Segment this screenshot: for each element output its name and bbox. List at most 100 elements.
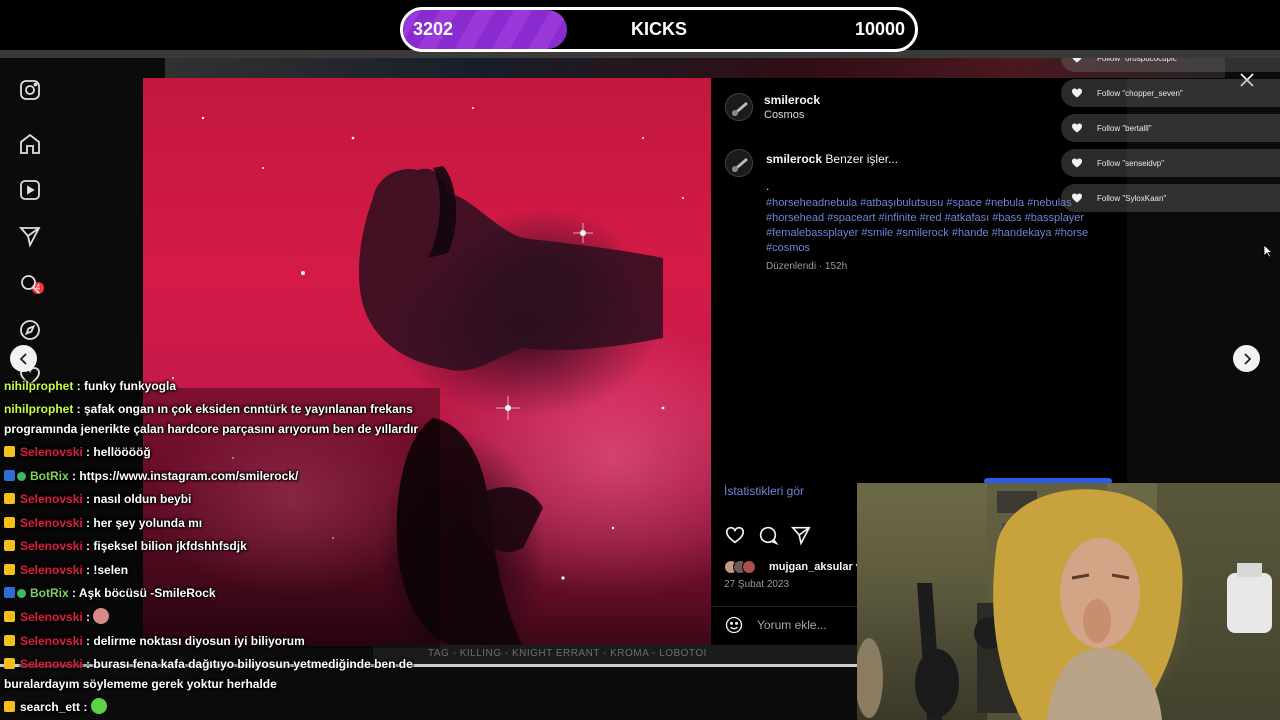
heart-icon <box>1071 87 1083 99</box>
crown-badge-icon <box>4 540 15 551</box>
instagram-logo-icon[interactable] <box>18 78 42 102</box>
crown-badge-icon <box>4 517 15 528</box>
kicks-goal-bar: 3202 KICKS 10000 <box>400 7 918 52</box>
post-actions <box>724 524 844 548</box>
search-icon[interactable] <box>18 272 42 296</box>
chat-username[interactable]: Selenovski <box>20 492 83 506</box>
chat-username[interactable]: BotRix <box>30 586 69 600</box>
chat-text: burası fena kafa dağıtıyo biliyosun yetm… <box>93 657 413 671</box>
follow-alert-text: Follow "chopper_seven" <box>1097 88 1183 98</box>
follow-alert: Follow "SyloxKaan" <box>1061 184 1280 212</box>
comment-icon[interactable] <box>757 524 779 546</box>
share-icon[interactable] <box>790 524 812 546</box>
bot-badge-icon <box>4 470 15 481</box>
follow-alert-text: Follow "bertalll" <box>1097 123 1152 133</box>
chat-username[interactable]: Selenovski <box>20 563 83 577</box>
chat-separator: : <box>82 445 94 459</box>
follow-alert-text: Follow "senseidvp" <box>1097 158 1165 168</box>
chat-username[interactable]: BotRix <box>30 469 69 483</box>
follow-alert-text: Follow "SyloxKaan" <box>1097 193 1167 203</box>
kicks-goal-count: 10000 <box>854 19 905 39</box>
post-hashtags[interactable]: #horseheadnebula #atbaşıbulutsusu #space… <box>766 196 1106 256</box>
post-location[interactable]: Cosmos <box>764 109 804 121</box>
chat-text: delirme noktası diyosun iyi biliyorum <box>93 634 305 648</box>
chat-username[interactable]: Selenovski <box>20 610 83 624</box>
chat-separator: : <box>82 634 94 648</box>
caption-username[interactable]: smilerock <box>766 152 822 166</box>
heart-icon <box>1071 192 1083 204</box>
heart-icon <box>1071 157 1083 169</box>
chat-message: programında jenerikte çalan hardcore par… <box>4 419 434 439</box>
chat-separator: : <box>82 657 94 671</box>
view-insights-link[interactable]: İstatistikleri gör <box>724 484 804 498</box>
chat-message: Selenovski : hellööööğ <box>4 442 434 462</box>
chat-username[interactable]: search_ett <box>20 700 80 714</box>
direct-icon[interactable] <box>18 224 42 248</box>
reels-icon[interactable] <box>18 178 42 202</box>
stream-screen: 4 smilerock Cosmos smilerock Benzer işle… <box>0 0 1280 720</box>
chat-separator: : <box>82 539 94 553</box>
follow-alert: Follow "senseidvp" <box>1061 149 1280 177</box>
chat-text: funky funkyogla <box>84 379 177 393</box>
explore-icon[interactable] <box>18 318 42 342</box>
previous-post-button[interactable] <box>10 345 37 372</box>
post-date: 27 Şubat 2023 <box>724 579 790 590</box>
chat-message: nihilprophet : şafak ongan ın çok ekside… <box>4 399 434 419</box>
chat-text: nasıl oldun beybi <box>93 492 192 506</box>
chat-username[interactable]: Selenovski <box>20 657 83 671</box>
chat-message: BotRix : https://www.instagram.com/smile… <box>4 466 434 486</box>
chat-username[interactable]: nihilprophet <box>4 379 73 393</box>
crown-badge-icon <box>4 658 15 669</box>
liked-by-username[interactable]: mujgan_aksular v <box>769 561 862 573</box>
chat-username[interactable]: nihilprophet <box>4 402 73 416</box>
chat-separator: : <box>73 379 84 393</box>
chat-message: Selenovski : her şey yolunda mı <box>4 513 434 533</box>
next-post-button[interactable] <box>1233 345 1260 372</box>
chat-username[interactable]: Selenovski <box>20 539 83 553</box>
chat-username[interactable]: Selenovski <box>20 516 83 530</box>
caption-avatar[interactable] <box>725 149 753 177</box>
kicks-label: KICKS <box>630 19 687 39</box>
chat-message: Selenovski : fişeksel bilion jkfdshhfsdj… <box>4 536 434 556</box>
chat-separator: : <box>68 469 80 483</box>
crown-badge-icon <box>4 446 15 457</box>
crown-badge-icon <box>4 611 15 622</box>
chat-message: Selenovski : burası fena kafa dağıtıyo b… <box>4 654 434 674</box>
chat-separator: : <box>82 563 94 577</box>
chat-username[interactable]: Selenovski <box>20 634 83 648</box>
like-heart-icon[interactable] <box>724 524 746 546</box>
artist-banner: TAG - KILLING - KNIGHT ERRANT - KROMA - … <box>373 645 857 665</box>
author-username[interactable]: smilerock <box>764 93 820 107</box>
post-caption: smilerock Benzer işler... <box>766 152 898 166</box>
chat-message: nihilprophet : funky funkyogla <box>4 376 434 396</box>
chevron-left-icon <box>19 352 27 365</box>
emoji-icon[interactable] <box>724 615 744 635</box>
chat-username[interactable]: Selenovski <box>20 445 83 459</box>
chat-text: buralardayım söylememe gerek yoktur herh… <box>4 677 277 691</box>
chat-text: her şey yolunda mı <box>93 516 203 530</box>
mouse-cursor-icon <box>1263 244 1273 258</box>
chat-separator: : <box>73 402 84 416</box>
chat-text: programında jenerikte çalan hardcore par… <box>4 422 419 436</box>
author-avatar[interactable] <box>725 93 753 121</box>
heart-icon <box>1071 122 1083 134</box>
chat-message: BotRix : Aşk böcüsü -SmileRock <box>4 583 434 603</box>
verified-badge-icon <box>17 589 26 598</box>
crown-badge-icon <box>4 635 15 646</box>
emote-icon <box>90 698 107 714</box>
chat-text: !selen <box>93 563 129 577</box>
chat-separator: : <box>82 516 94 530</box>
chat-message: buralardayım söylememe gerek yoktur herh… <box>4 674 434 694</box>
webcam-feed <box>857 483 1280 720</box>
liker-avatars[interactable] <box>724 560 764 574</box>
chevron-right-icon <box>1243 352 1251 365</box>
caption-text: Benzer işler... <box>825 152 899 166</box>
chat-text: https://www.instagram.com/smilerock/ <box>79 469 299 483</box>
chat-message: Selenovski : nasıl oldun beybi <box>4 489 434 509</box>
chat-text: fişeksel bilion jkfdshhfsdjk <box>93 539 247 553</box>
verified-badge-icon <box>17 472 26 481</box>
chat-text: şafak ongan ın çok eksiden cnntürk te ya… <box>84 402 413 416</box>
chat-message: Selenovski : delirme noktası diyosun iyi… <box>4 631 434 651</box>
crown-badge-icon <box>4 701 15 712</box>
home-icon[interactable] <box>18 132 42 156</box>
